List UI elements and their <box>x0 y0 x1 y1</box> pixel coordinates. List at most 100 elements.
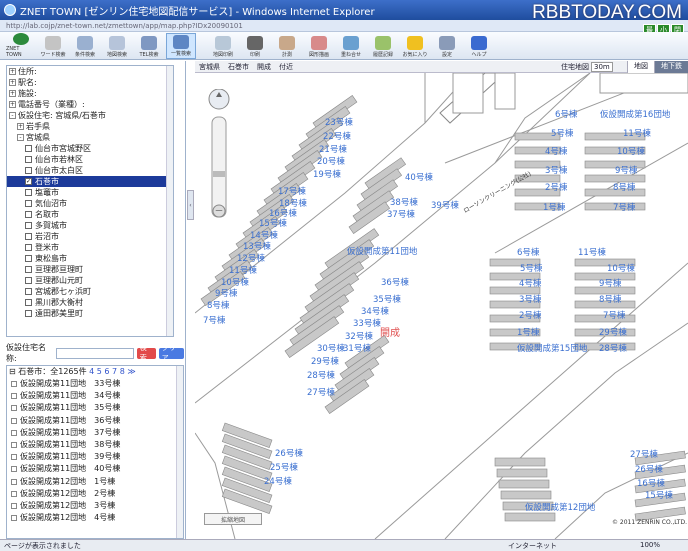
tree-item[interactable]: 黒川郡大衡村 <box>7 297 173 308</box>
tree-item[interactable]: 岩沼市 <box>7 231 173 242</box>
checkbox[interactable] <box>25 266 32 273</box>
checkbox[interactable] <box>25 156 32 163</box>
map-view[interactable]: 宮城県 石巻市 開成 付近 住宅地図 30m 地図 地下鉄 23号棟 22号棟 21… <box>195 61 688 539</box>
tab-subway[interactable]: 地下鉄 <box>654 61 688 73</box>
checkbox[interactable] <box>25 288 32 295</box>
address-bar[interactable]: http://lab.cojp/znet-town.net/zmettown/a… <box>0 20 688 32</box>
checkbox[interactable] <box>25 244 32 251</box>
checkbox[interactable]: ✓ <box>25 178 32 185</box>
collapse-icon[interactable]: ⊟ <box>9 367 16 376</box>
expand-icon[interactable] <box>11 381 17 388</box>
expand-icon[interactable] <box>11 478 17 485</box>
tree-item[interactable]: 仙台市太白区 <box>7 165 173 176</box>
tree-item[interactable]: 東松島市 <box>7 253 173 264</box>
tree-item[interactable]: 名取市 <box>7 209 173 220</box>
search-input[interactable] <box>55 347 134 359</box>
toolbar-button-11[interactable]: 履歴記録 <box>368 33 398 59</box>
toolbar-button-2[interactable]: 条件検索 <box>70 33 100 59</box>
expand-icon[interactable] <box>11 442 17 449</box>
tree-item[interactable]: + 施設: <box>7 88 173 99</box>
tree-scrollbar[interactable] <box>166 66 173 336</box>
result-item[interactable]: 仮設開成第12団地 1号棟 <box>7 476 183 488</box>
expand-icon[interactable] <box>11 393 17 400</box>
checkbox[interactable] <box>25 277 32 284</box>
result-item[interactable]: 仮設開成第11団地 33号棟 <box>7 378 183 390</box>
result-item[interactable]: 仮設開成第12団地 3号棟 <box>7 500 183 512</box>
tree-item[interactable]: 仙台市宮城野区 <box>7 143 173 154</box>
zoom-slider[interactable] <box>211 116 227 218</box>
results-scrollbar[interactable] <box>176 366 183 538</box>
minimap-button[interactable]: 拡縮地図 <box>204 513 262 525</box>
expand-icon[interactable]: + <box>9 68 16 75</box>
result-item[interactable]: 仮設開成第11団地 36号棟 <box>7 415 183 427</box>
toolbar-button-7[interactable]: 印刷 <box>240 33 270 59</box>
tree-item[interactable]: 塩竈市 <box>7 187 173 198</box>
expand-icon[interactable] <box>11 502 17 509</box>
checkbox[interactable] <box>25 255 32 262</box>
scale-value[interactable]: 30m <box>591 62 613 72</box>
map-canvas[interactable]: 23号棟22号棟21号棟20号棟19号棟18号棟17号棟16号棟15号棟14号棟… <box>195 73 688 539</box>
checkbox[interactable] <box>25 233 32 240</box>
toolbar-button-1[interactable]: ワード検索 <box>38 33 68 59</box>
result-item[interactable]: 仮設開成第11団地 39号棟 <box>7 451 183 463</box>
expand-icon[interactable]: + <box>9 101 16 108</box>
collapse-icon[interactable]: - <box>17 134 24 141</box>
tree-item[interactable]: + 住所: <box>7 66 173 77</box>
checkbox[interactable] <box>25 145 32 152</box>
expand-icon[interactable]: + <box>17 123 24 130</box>
toolbar-button-4[interactable]: TEL検索 <box>134 33 164 59</box>
checkbox[interactable] <box>25 299 32 306</box>
expand-icon[interactable] <box>11 417 17 424</box>
zoom-control[interactable]: － <box>201 89 237 229</box>
zoom-level[interactable]: 100% <box>640 541 660 549</box>
expand-icon[interactable] <box>11 466 17 473</box>
result-item[interactable]: 仮設開成第11団地 37号棟 <box>7 427 183 439</box>
expand-icon[interactable]: + <box>9 90 16 97</box>
result-item[interactable]: 仮設開成第11団地 40号棟 <box>7 463 183 475</box>
tree-item[interactable]: 気仙沼市 <box>7 198 173 209</box>
tab-map[interactable]: 地図 <box>627 61 654 73</box>
toolbar-button-3[interactable]: 地図検索 <box>102 33 132 59</box>
checkbox[interactable] <box>25 189 32 196</box>
result-item[interactable]: 仮設開成第11団地 38号棟 <box>7 439 183 451</box>
tree-item[interactable]: ✓ 石巻市 <box>7 176 173 187</box>
tree-item[interactable]: + 岩手県 <box>7 121 173 132</box>
tree-item[interactable]: 多賀城市 <box>7 220 173 231</box>
toolbar-button-10[interactable]: 重ね合せ <box>336 33 366 59</box>
toolbar-button-13[interactable]: 設定 <box>432 33 462 59</box>
tree-item[interactable]: 登米市 <box>7 242 173 253</box>
tree-item[interactable]: 仙台市若林区 <box>7 154 173 165</box>
tree-item[interactable]: 亘理郡山元町 <box>7 275 173 286</box>
toolbar-button-6[interactable]: 地図印刷 <box>208 33 238 59</box>
result-item[interactable]: 仮設開成第12団地 2号棟 <box>7 488 183 500</box>
tree-item[interactable]: 遠田郡美里町 <box>7 308 173 319</box>
toolbar-button-8[interactable]: 計測 <box>272 33 302 59</box>
checkbox[interactable] <box>25 167 32 174</box>
expand-icon[interactable] <box>11 454 17 461</box>
tree-item[interactable]: - 仮設住宅: 宮城県/石巻市 <box>7 110 173 121</box>
toolbar-button-9[interactable]: 図形描画 <box>304 33 334 59</box>
checkbox[interactable] <box>25 310 32 317</box>
checkbox[interactable] <box>25 211 32 218</box>
result-item[interactable]: 仮設開成第11団地 35号棟 <box>7 402 183 414</box>
toolbar-button-0[interactable]: ZNET TOWN <box>6 33 36 59</box>
tree-item[interactable]: + 駅名: <box>7 77 173 88</box>
tree-item[interactable]: + 電話番号（業種）: <box>7 99 173 110</box>
expand-icon[interactable] <box>11 405 17 412</box>
toolbar-button-12[interactable]: お気に入り <box>400 33 430 59</box>
expand-icon[interactable] <box>11 429 17 436</box>
search-button[interactable]: 検索 <box>136 344 156 362</box>
tree-item[interactable]: 亘理郡亘理町 <box>7 264 173 275</box>
toolbar-button-5[interactable]: 一覧検索 <box>166 33 196 59</box>
tree-item[interactable]: 宮城郡七ヶ浜町 <box>7 286 173 297</box>
expand-icon[interactable] <box>11 490 17 497</box>
result-item[interactable]: 仮設開成第12団地 4号棟 <box>7 512 183 524</box>
tree-item[interactable]: - 宮城県 <box>7 132 173 143</box>
result-item[interactable]: 仮設開成第11団地 34号棟 <box>7 390 183 402</box>
zoom-thumb[interactable] <box>213 171 225 177</box>
expand-icon[interactable]: + <box>9 79 16 86</box>
expand-icon[interactable] <box>11 515 17 522</box>
collapse-icon[interactable]: - <box>9 112 16 119</box>
results-pager[interactable]: 4 5 6 7 8 ≫ <box>89 367 136 376</box>
toolbar-button-14[interactable]: ヘルプ <box>464 33 494 59</box>
